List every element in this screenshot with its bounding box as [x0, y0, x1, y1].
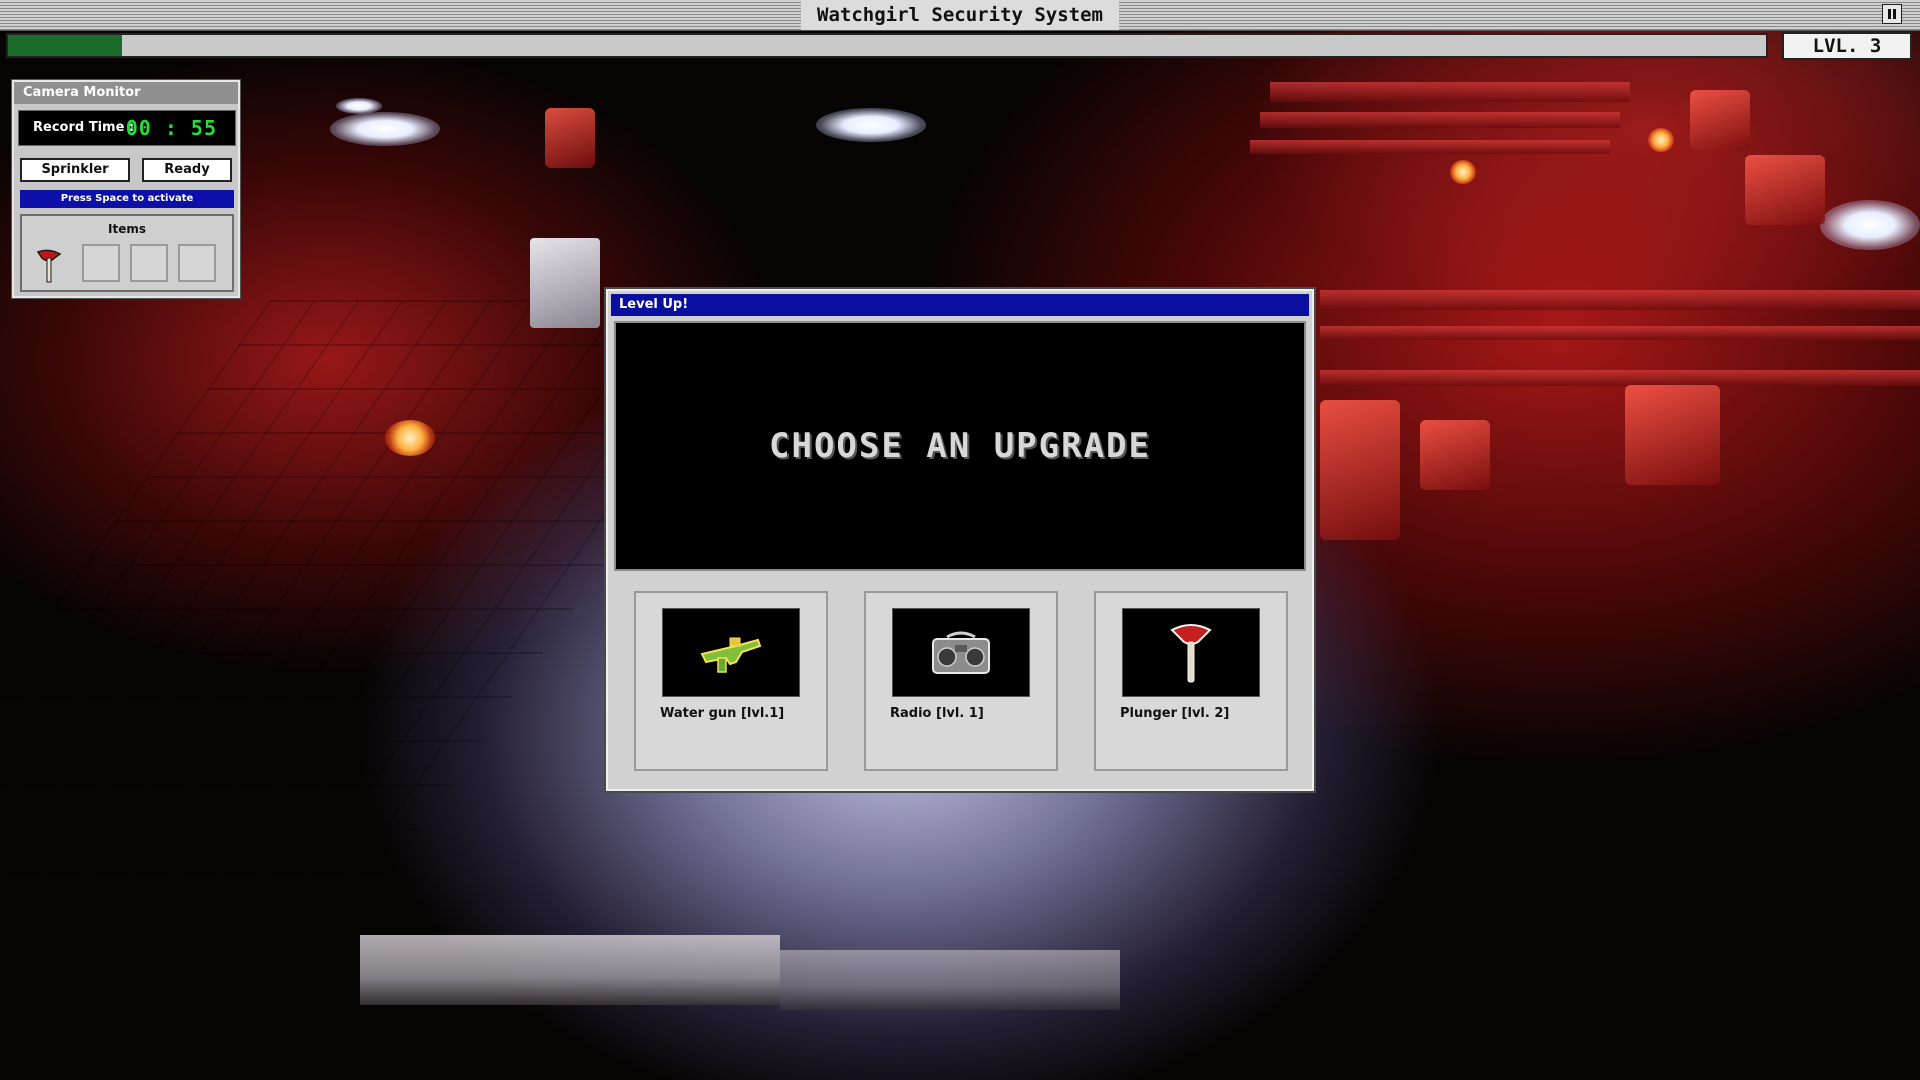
upgrade-option-radio[interactable]: Radio [lvl. 1] — [864, 591, 1058, 771]
upgrade-option-label: Radio [lvl. 1] — [890, 706, 984, 721]
upgrade-option-label: Plunger [lvl. 2] — [1120, 706, 1230, 721]
red-box-prop — [1625, 385, 1720, 485]
activation-hint: Press Space to activate — [20, 190, 234, 208]
item-slot[interactable] — [30, 244, 68, 283]
glow-prop — [1450, 160, 1476, 184]
xp-progress-fill — [8, 35, 123, 56]
upgrade-thumbnail — [1122, 608, 1260, 697]
shelf — [1250, 140, 1610, 154]
shelf — [1320, 290, 1920, 310]
ceiling-lamp — [336, 98, 382, 114]
window-title: Watchgirl Security System — [801, 0, 1119, 30]
camera-monitor-title: Camera Monitor — [14, 82, 238, 104]
ceiling-lamp — [816, 108, 926, 142]
shelf — [1270, 82, 1630, 102]
xp-progress-bar — [6, 33, 1768, 58]
shelf — [1320, 370, 1920, 386]
items-title: Items — [108, 222, 146, 236]
ceiling-lamp — [330, 112, 440, 146]
counter — [360, 935, 780, 1005]
item-slot[interactable] — [130, 244, 168, 282]
upgrade-option-label: Water gun [lvl.1] — [660, 706, 785, 721]
red-box-prop — [1690, 90, 1750, 150]
upgrade-thumbnail — [892, 608, 1030, 697]
glow-prop — [385, 420, 435, 456]
level-up-title: Level Up! — [611, 294, 1309, 316]
red-box-prop — [545, 108, 595, 168]
item-slot[interactable] — [178, 244, 216, 282]
items-panel: Items — [20, 214, 234, 292]
record-time-value: 00 : 55 — [125, 116, 217, 140]
shelf — [1320, 326, 1920, 340]
upgrade-headline-screen: CHOOSE AN UPGRADE — [614, 321, 1306, 571]
upgrade-option-water-gun[interactable]: Water gun [lvl.1] — [634, 591, 828, 771]
title-bar: Watchgirl Security System — [0, 0, 1920, 31]
ceiling-lamp — [1820, 200, 1920, 250]
camera-monitor-panel: Camera Monitor Record Time : 00 : 55 Spr… — [12, 80, 240, 298]
glow-prop — [1648, 128, 1674, 152]
red-box-prop — [1745, 155, 1825, 225]
plunger-icon — [1170, 623, 1212, 682]
upgrade-headline: CHOOSE AN UPGRADE — [769, 426, 1151, 466]
sprinkler-button[interactable]: Sprinkler — [20, 158, 130, 182]
white-box-prop — [530, 238, 600, 328]
upgrade-thumbnail — [662, 608, 800, 697]
radio-icon — [932, 631, 990, 674]
item-slot[interactable] — [82, 244, 120, 282]
red-box-prop — [1420, 420, 1490, 490]
record-time-label: Record Time : — [33, 120, 135, 135]
water-gun-icon — [700, 637, 762, 673]
record-time-display: Record Time : 00 : 55 — [18, 110, 236, 146]
shelf — [1260, 112, 1620, 128]
sprinkler-status: Ready — [142, 158, 232, 182]
upgrade-option-plunger[interactable]: Plunger [lvl. 2] — [1094, 591, 1288, 771]
red-box-prop — [1320, 400, 1400, 540]
level-up-dialog: Level Up! CHOOSE AN UPGRADE Water gun [l… — [606, 289, 1314, 791]
counter — [780, 950, 1120, 1010]
plunger-icon — [36, 249, 62, 283]
level-badge: LVL. 3 — [1782, 32, 1912, 60]
pause-icon[interactable] — [1882, 4, 1902, 24]
